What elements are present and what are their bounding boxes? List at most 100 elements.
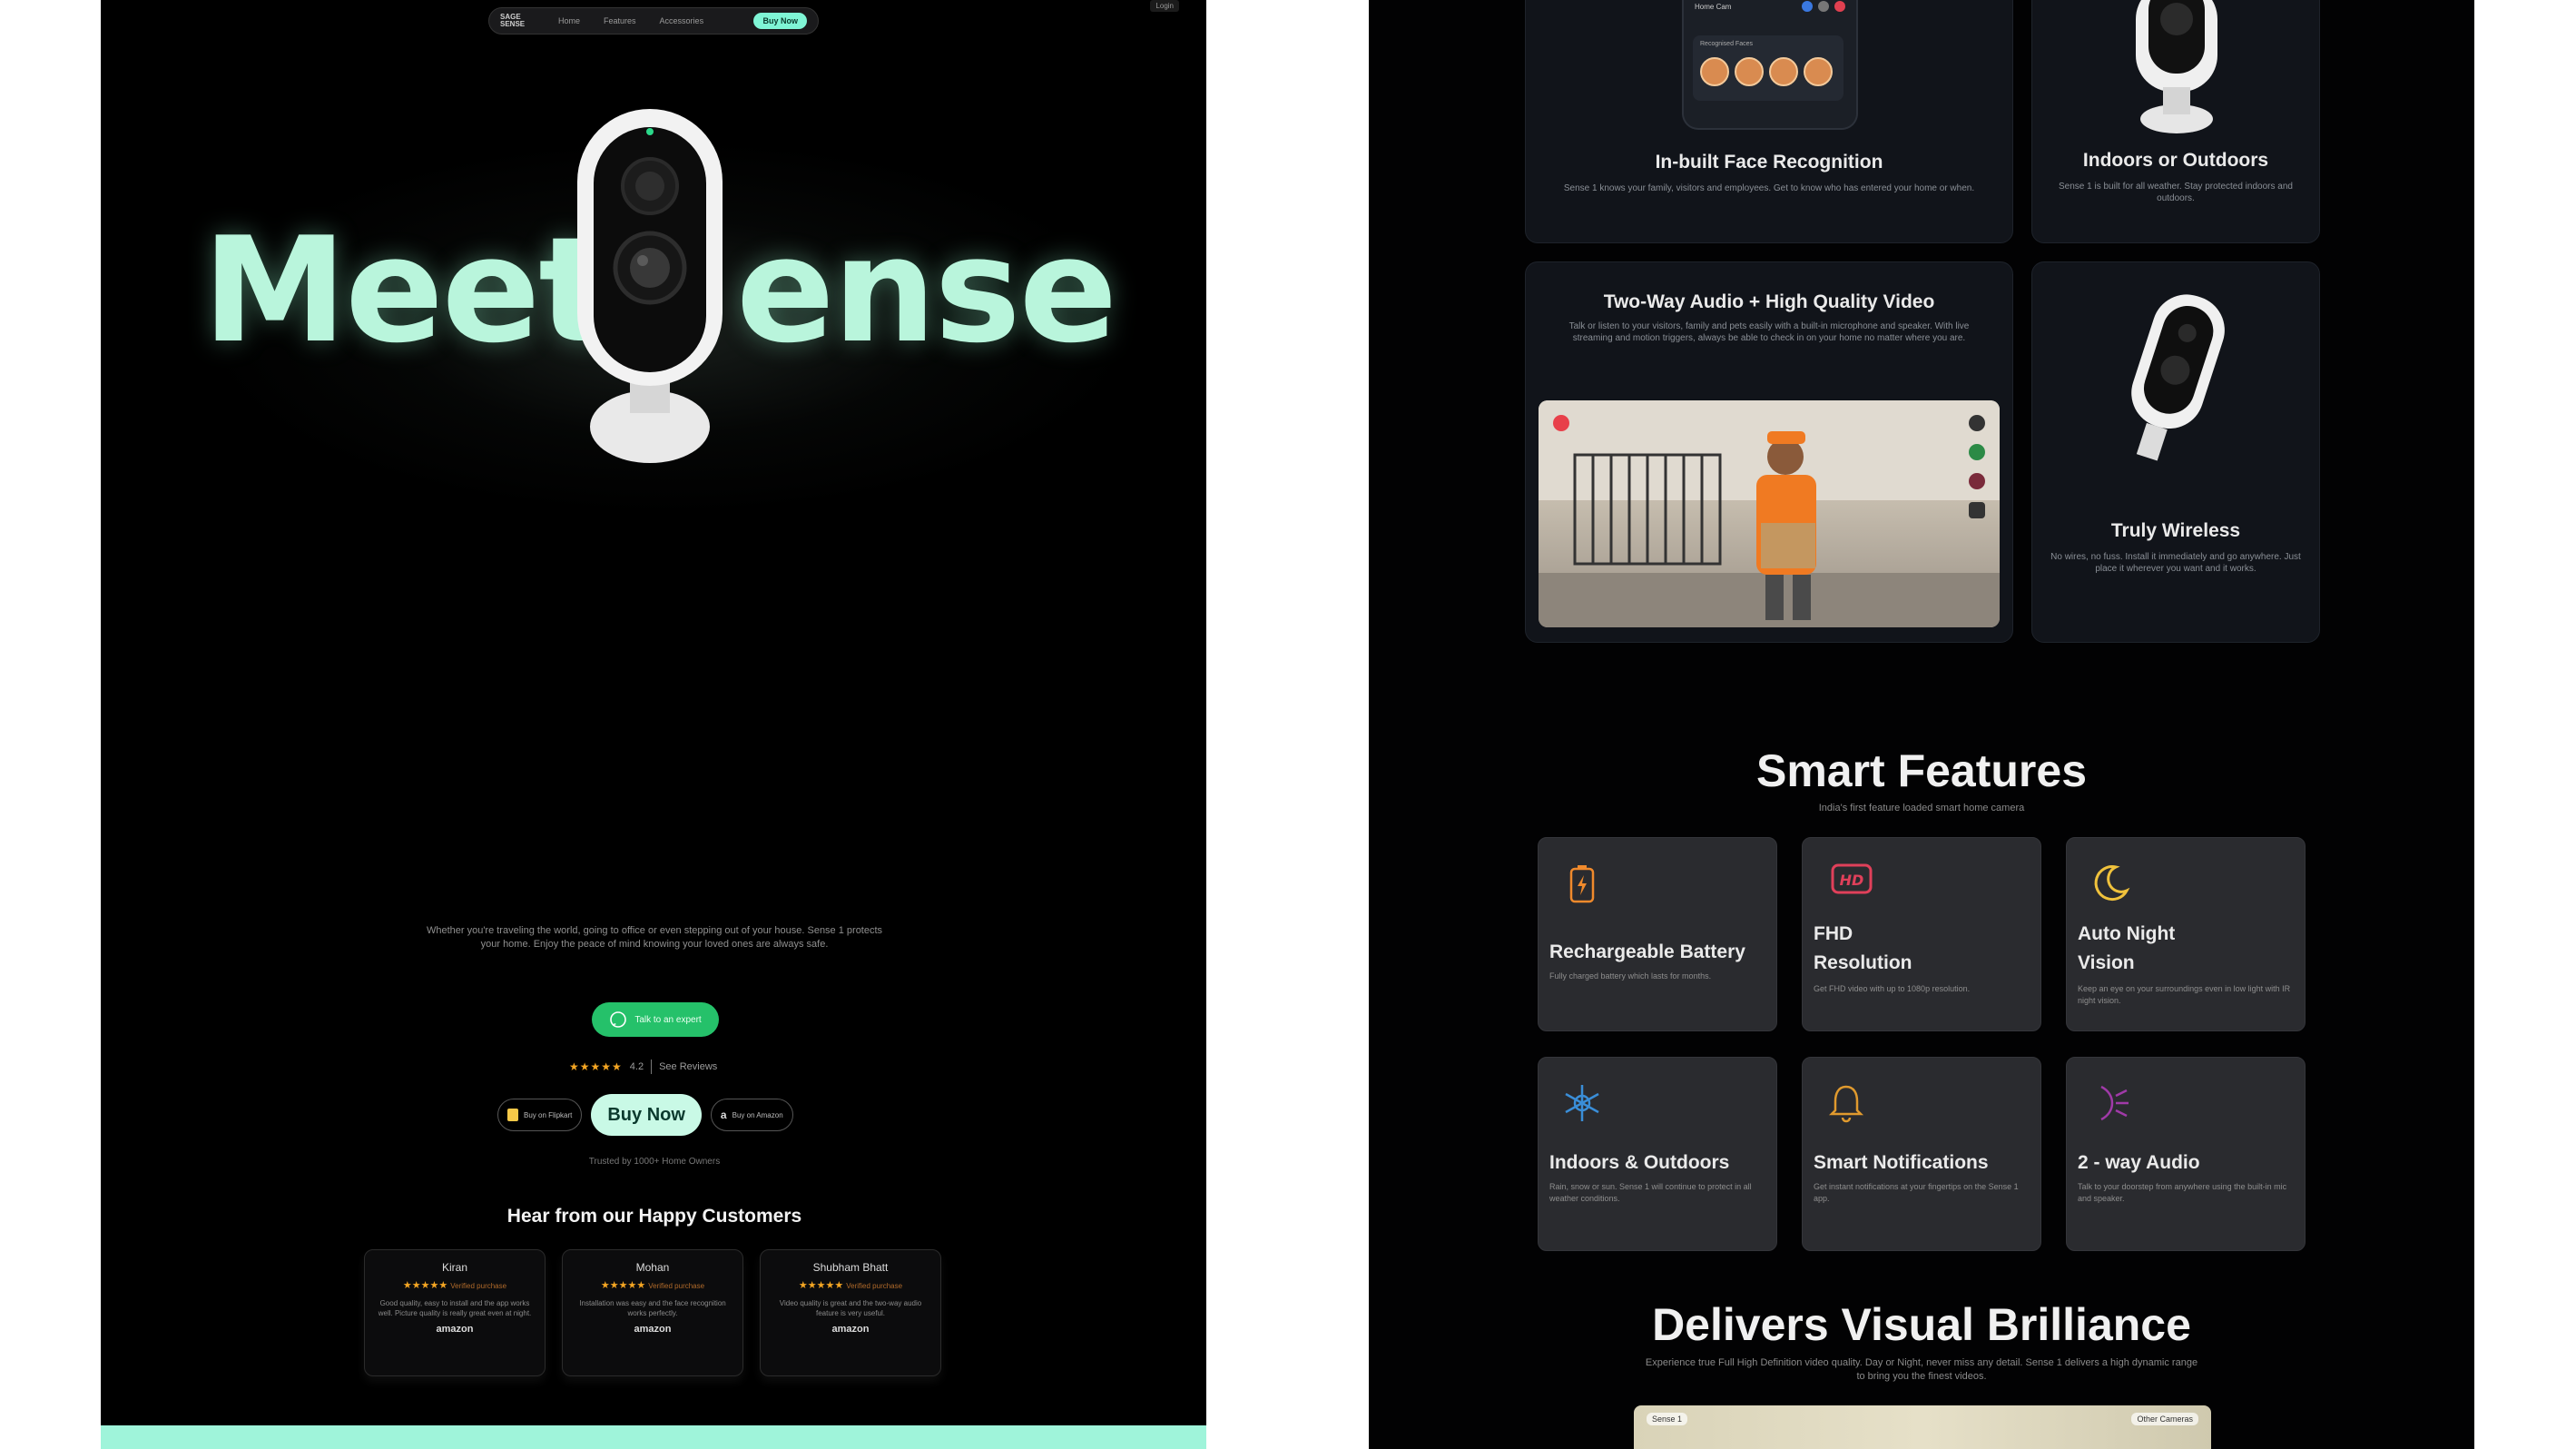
face-avatar xyxy=(1735,57,1764,86)
landing-hero-panel: SAGE SENSE Home Features Accessories Buy… xyxy=(101,0,1206,1449)
nav-link-home[interactable]: Home xyxy=(558,16,580,25)
whatsapp-label: Talk to an expert xyxy=(634,1014,702,1025)
comparison-tag-left: Sense 1 xyxy=(1647,1413,1688,1425)
hero-title-part2: ense xyxy=(736,205,1117,375)
smart-features-subtitle: India's first feature loaded smart home … xyxy=(1818,803,2025,813)
audio-icon xyxy=(2100,1085,2129,1121)
feature-desc: Get FHD video with up to 1080p resolutio… xyxy=(1814,984,1971,993)
flipkart-label: Buy on Flipkart xyxy=(524,1110,573,1119)
feature-card-notifications: Smart Notifications Get instant notifica… xyxy=(1802,1057,2041,1251)
review-stars-glyphs: ★★★★★ xyxy=(402,1280,448,1291)
moon-icon xyxy=(2094,865,2130,902)
bell-icon xyxy=(1828,1085,1864,1123)
review-stars-glyphs: ★★★★★ xyxy=(600,1280,646,1291)
amazon-label: Buy on Amazon xyxy=(732,1110,783,1119)
verified-badge: Verified purchase xyxy=(846,1282,903,1290)
audio-video-card: Two-Way Audio + High Quality Video Talk … xyxy=(1525,261,2013,643)
audio-video-title: Two-Way Audio + High Quality Video xyxy=(1603,291,1935,312)
verified-badge: Verified purchase xyxy=(450,1282,507,1290)
feature-name: Auto Night Vision xyxy=(2078,923,2176,973)
camera-product-image xyxy=(577,109,723,463)
live-video-preview[interactable] xyxy=(1539,400,2000,627)
review-text: Good quality, easy to install and the ap… xyxy=(378,1299,532,1317)
footer-accent-bar xyxy=(101,1425,1206,1449)
amazon-icon: a xyxy=(720,1109,727,1121)
face-avatar xyxy=(1700,57,1729,86)
nav-link-accessories[interactable]: Accessories xyxy=(660,16,704,25)
features-panel: Home Cam Recognised Faces In-built Face … xyxy=(1369,0,2474,1449)
comparison-tag-right: Other Cameras xyxy=(2131,1413,2198,1425)
verified-badge: Verified purchase xyxy=(648,1282,705,1290)
battery-icon xyxy=(1569,865,1595,903)
wireless-title: Truly Wireless xyxy=(2110,520,2241,541)
face-avatar xyxy=(1804,57,1833,86)
comparison-image[interactable]: Sense 1 Other Cameras xyxy=(1634,1405,2211,1449)
visual-brilliance-title: Delivers Visual Brilliance xyxy=(1652,1299,2191,1350)
review-stars-glyphs: ★★★★★ xyxy=(798,1280,844,1291)
record-indicator xyxy=(1553,415,1569,431)
feature-card-fhd: HD FHD Resolution Get FHD video with up … xyxy=(1802,837,2041,1031)
review-text: Video quality is great and the two-way a… xyxy=(779,1299,922,1317)
buy-now-button[interactable]: Buy Now xyxy=(591,1094,702,1136)
phone-icon-2 xyxy=(1818,1,1829,12)
camera-image xyxy=(2136,0,2217,133)
purchase-buttons: Buy on Flipkart Buy Now a Buy on Amazon xyxy=(497,1094,821,1136)
hangup-icon[interactable] xyxy=(1969,473,1985,489)
rating-divider xyxy=(651,1060,653,1074)
review-card: Shubham Bhatt ★★★★★ Verified purchase Vi… xyxy=(760,1249,941,1376)
reviewer-name: Shubham Bhatt xyxy=(812,1261,889,1274)
hero-tagline: Whether you're traveling the world, goin… xyxy=(426,925,883,950)
whatsapp-icon xyxy=(610,1011,627,1028)
review-stars: ★★★★★ Verified purchase xyxy=(772,1279,929,1291)
nav-logo[interactable]: SAGE SENSE xyxy=(500,14,535,28)
review-stars: ★★★★★ Verified purchase xyxy=(574,1279,732,1291)
flipkart-button[interactable]: Buy on Flipkart xyxy=(497,1099,583,1131)
visual-brilliance-subtitle: Experience true Full High Definition vid… xyxy=(1645,1357,2198,1382)
call-icon[interactable] xyxy=(1969,444,1985,460)
smart-features-title: Smart Features xyxy=(1755,745,2088,796)
review-text: Installation was easy and the face recog… xyxy=(579,1299,726,1317)
feature-name: Smart Notifications xyxy=(1814,1152,1989,1173)
feature-name: FHD Resolution xyxy=(1814,923,1912,973)
nav-buy-button[interactable]: Buy Now xyxy=(753,13,807,29)
review-card: Kiran ★★★★★ Verified purchase Good quali… xyxy=(364,1249,546,1376)
feature-desc: Talk to your doorstep from anywhere usin… xyxy=(2078,1182,2287,1203)
face-recognition-desc: Sense 1 knows your family, visitors and … xyxy=(1563,183,1975,193)
see-reviews-link[interactable]: See Reviews xyxy=(659,1061,717,1072)
svg-text:HD: HD xyxy=(1840,872,1864,889)
nav-link-features[interactable]: Features xyxy=(604,16,636,25)
feature-desc: Rain, snow or sun. Sense 1 will continue… xyxy=(1549,1182,1752,1203)
reviews-heading: Hear from our Happy Customers xyxy=(506,1206,802,1227)
hero-title-part1: Meet xyxy=(202,205,608,375)
recognised-faces-panel: Recognised Faces xyxy=(1693,35,1844,101)
login-button[interactable]: Login xyxy=(1150,0,1179,12)
phone-mockup: Home Cam Recognised Faces xyxy=(1682,0,1858,130)
weather-icon xyxy=(1565,1085,1599,1121)
reviewer-name: Mohan xyxy=(635,1261,670,1274)
feature-desc: Fully charged battery which lasts for mo… xyxy=(1549,971,1712,981)
feature-card-night-vision: Auto Night Vision Keep an eye on your su… xyxy=(2066,837,2306,1031)
rating-stars: ★★★★★ xyxy=(569,1060,623,1073)
reviewer-name: Kiran xyxy=(441,1261,467,1274)
wireless-card: Truly Wireless No wires, no fuss. Instal… xyxy=(2031,261,2320,643)
face-recognition-card: Home Cam Recognised Faces In-built Face … xyxy=(1525,0,2013,243)
amazon-logo: amazon xyxy=(634,1324,672,1335)
amazon-logo: amazon xyxy=(436,1324,474,1335)
feature-name: Rechargeable Battery xyxy=(1549,941,1745,962)
fullscreen-icon[interactable] xyxy=(1969,502,1985,518)
phone-action-icons xyxy=(1802,1,1845,12)
face-recognition-title: In-built Face Recognition xyxy=(1655,152,1883,172)
flipkart-icon xyxy=(507,1109,518,1121)
mic-icon[interactable] xyxy=(1969,415,1985,431)
audio-video-desc: Talk or listen to your visitors, family … xyxy=(1568,321,1970,343)
face-avatar xyxy=(1769,57,1798,86)
amazon-button[interactable]: a Buy on Amazon xyxy=(710,1099,793,1131)
feature-name: 2 - way Audio xyxy=(2078,1152,2200,1173)
feature-card-battery: Rechargeable Battery Fully charged batte… xyxy=(1538,837,1777,1031)
feature-desc: Keep an eye on your surroundings even in… xyxy=(2078,984,2291,1005)
indoor-outdoor-desc: Sense 1 is built for all weather. Stay p… xyxy=(2059,182,2293,203)
phone-icon-3 xyxy=(1834,1,1845,12)
rating-score: 4.2 xyxy=(629,1061,644,1072)
whatsapp-button[interactable]: Talk to an expert xyxy=(592,1002,719,1037)
rating-row: ★★★★★ 4.2 See Reviews xyxy=(569,1057,769,1077)
